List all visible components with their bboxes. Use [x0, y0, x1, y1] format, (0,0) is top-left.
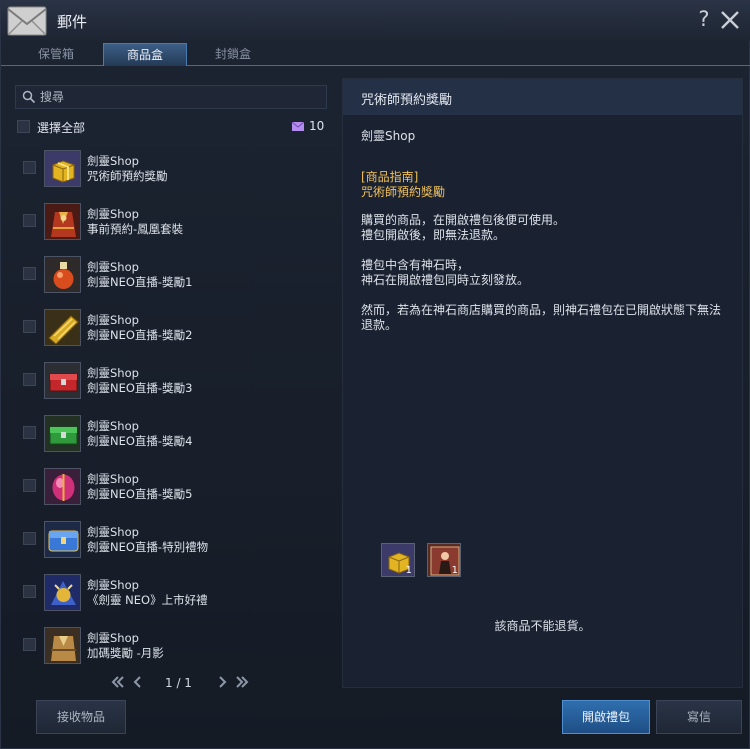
moonshadow-outfit-icon — [44, 627, 81, 664]
item-sender: 劍靈Shop — [87, 154, 139, 168]
list-item[interactable]: 劍靈Shop 劍靈NEO直播-特別禮物 — [11, 518, 335, 562]
select-all-label: 選擇全部 — [37, 121, 86, 135]
item-sender: 劍靈Shop — [87, 472, 139, 486]
item-checkbox[interactable] — [23, 373, 36, 386]
list-item[interactable]: 劍靈Shop 劍靈NEO直播-獎勵5 — [11, 465, 335, 509]
red-chest-icon — [44, 362, 81, 399]
item-subject: 加碼獎勵 -月影 — [87, 646, 164, 660]
attachment-slot[interactable]: 1 — [427, 543, 461, 577]
body-line: 退款。 — [361, 318, 398, 332]
detail-title: 咒術師預約獎勵 — [361, 93, 453, 108]
list-item[interactable]: 劍靈Shop 劍靈NEO直播-獎勵3 — [11, 359, 335, 403]
mail-list-panel: 選擇全部 10 劍靈Shop 咒術師預約 — [11, 77, 335, 697]
mail-count: 10 — [292, 119, 330, 134]
item-sender: 劍靈Shop — [87, 260, 139, 274]
item-sender: 劍靈Shop — [87, 578, 139, 592]
item-sender: 劍靈Shop — [87, 313, 139, 327]
search-input[interactable] — [40, 88, 320, 106]
item-checkbox[interactable] — [23, 267, 36, 280]
attachment-qty: 1 — [405, 565, 412, 576]
list-item[interactable]: 劍靈Shop 加碼獎勵 -月影 — [11, 624, 335, 668]
body-line: 然而，若為在神石商店購買的商品，則神石禮包在已開啟狀態下無法 — [361, 303, 722, 317]
item-checkbox[interactable] — [23, 320, 36, 333]
item-checkbox[interactable] — [23, 638, 36, 651]
item-checkbox[interactable] — [23, 161, 36, 174]
help-icon[interactable]: ? — [695, 7, 713, 31]
body-line: 神石在開啟禮包同時立刻發放。 — [361, 273, 530, 287]
item-checkbox[interactable] — [23, 479, 36, 492]
item-subject: 事前預約-鳳凰套裝 — [87, 222, 184, 236]
list-item[interactable]: 劍靈Shop 劍靈NEO直播-獎勵2 — [11, 306, 335, 350]
envelope-icon — [5, 3, 49, 39]
item-subject: 劍靈NEO直播-獎勵3 — [87, 381, 193, 395]
item-sender: 劍靈Shop — [87, 366, 139, 380]
item-checkbox[interactable] — [23, 585, 36, 598]
list-item[interactable]: 劍靈Shop 《劍靈 NEO》上市好禮 — [11, 571, 335, 615]
item-subject: 劍靈NEO直播-獎勵2 — [87, 328, 193, 342]
pink-gem-icon — [44, 468, 81, 505]
item-subject: 劍靈NEO直播-特別禮物 — [87, 540, 209, 554]
window-title: 郵件 — [57, 13, 88, 31]
close-icon[interactable] — [717, 7, 743, 33]
guide-name: 咒術師預約獎勵 — [361, 185, 446, 199]
open-package-button[interactable]: 開啟禮包 — [562, 700, 650, 734]
detail-header: 咒術師預約獎勵 — [343, 79, 742, 115]
item-sender: 劍靈Shop — [87, 207, 139, 221]
non-refundable-note: 該商品不能退貨。 — [494, 619, 591, 633]
receive-items-button[interactable]: 接收物品 — [36, 700, 126, 734]
item-subject: 劍靈NEO直播-獎勵1 — [87, 275, 193, 289]
select-all-row: 選擇全部 10 — [17, 119, 329, 135]
detail-body: 購買的商品，在開啟禮包後便可使用。 禮包開啟後，即無法退款。 禮包中含有神石時，… — [361, 213, 731, 348]
blue-chest-icon — [44, 521, 81, 558]
guide-heading: [商品指南] — [361, 170, 419, 184]
item-sender: 劍靈Shop — [87, 631, 139, 645]
body-line: 購買的商品，在開啟禮包後便可使用。 — [361, 213, 566, 227]
list-item[interactable]: 劍靈Shop 劍靈NEO直播-獎勵1 — [11, 253, 335, 297]
tab-bar: 保管箱 商品盒 封鎖盒 — [1, 41, 750, 66]
mail-count-value: 10 — [309, 119, 325, 133]
select-all-checkbox[interactable] — [17, 120, 30, 133]
mail-detail-panel: 咒術師預約獎勵 劍靈Shop [商品指南] 咒術師預約獎勵 購買的商品，在開啟禮… — [342, 78, 743, 688]
mail-icon — [292, 122, 304, 131]
item-subject: 劍靈NEO直播-獎勵4 — [87, 434, 193, 448]
search-box[interactable] — [15, 85, 327, 109]
item-sender: 劍靈Shop — [87, 525, 139, 539]
phoenix-outfit-icon — [44, 203, 81, 240]
neo-gift-icon — [44, 574, 81, 611]
red-potion-icon — [44, 256, 81, 293]
first-page-icon[interactable] — [111, 675, 125, 693]
detail-sender: 劍靈Shop — [361, 129, 416, 143]
attachment-slot[interactable]: 1 — [381, 543, 415, 577]
list-item[interactable]: 劍靈Shop 劍靈NEO直播-獎勵4 — [11, 412, 335, 456]
product-guide: [商品指南] 咒術師預約獎勵 — [361, 170, 445, 200]
item-subject: 《劍靈 NEO》上市好禮 — [87, 593, 208, 607]
write-mail-button[interactable]: 寫信 — [656, 700, 742, 734]
page-indicator: 1 / 1 — [165, 676, 192, 690]
body-line: 禮包中含有神石時， — [361, 258, 470, 272]
mail-window: 郵件 ? 保管箱 商品盒 封鎖盒 選擇全部 — [0, 0, 750, 749]
tab-storage[interactable]: 保管箱 — [14, 43, 98, 66]
next-page-icon[interactable] — [217, 675, 227, 693]
last-page-icon[interactable] — [235, 675, 249, 693]
tab-item-box[interactable]: 商品盒 — [103, 43, 187, 66]
title-bar: 郵件 ? — [1, 1, 750, 41]
pagination: 1 / 1 — [111, 675, 251, 691]
list-item[interactable]: 劍靈Shop 事前預約-鳳凰套裝 — [11, 200, 335, 244]
gold-gift-box-icon — [44, 150, 81, 187]
prev-page-icon[interactable] — [133, 675, 143, 693]
green-chest-icon — [44, 415, 81, 452]
list-item[interactable]: 劍靈Shop 咒術師預約獎勵 — [11, 147, 335, 191]
item-checkbox[interactable] — [23, 532, 36, 545]
body-line: 禮包開啟後，即無法退款。 — [361, 228, 506, 242]
search-icon — [22, 90, 36, 104]
item-sender: 劍靈Shop — [87, 419, 139, 433]
attachment-qty: 1 — [451, 565, 458, 576]
item-checkbox[interactable] — [23, 426, 36, 439]
gold-ticket-bundle-icon — [44, 309, 81, 346]
item-subject: 劍靈NEO直播-獎勵5 — [87, 487, 193, 501]
item-subject: 咒術師預約獎勵 — [87, 169, 168, 183]
item-checkbox[interactable] — [23, 214, 36, 227]
tab-blocked-box[interactable]: 封鎖盒 — [191, 43, 275, 66]
